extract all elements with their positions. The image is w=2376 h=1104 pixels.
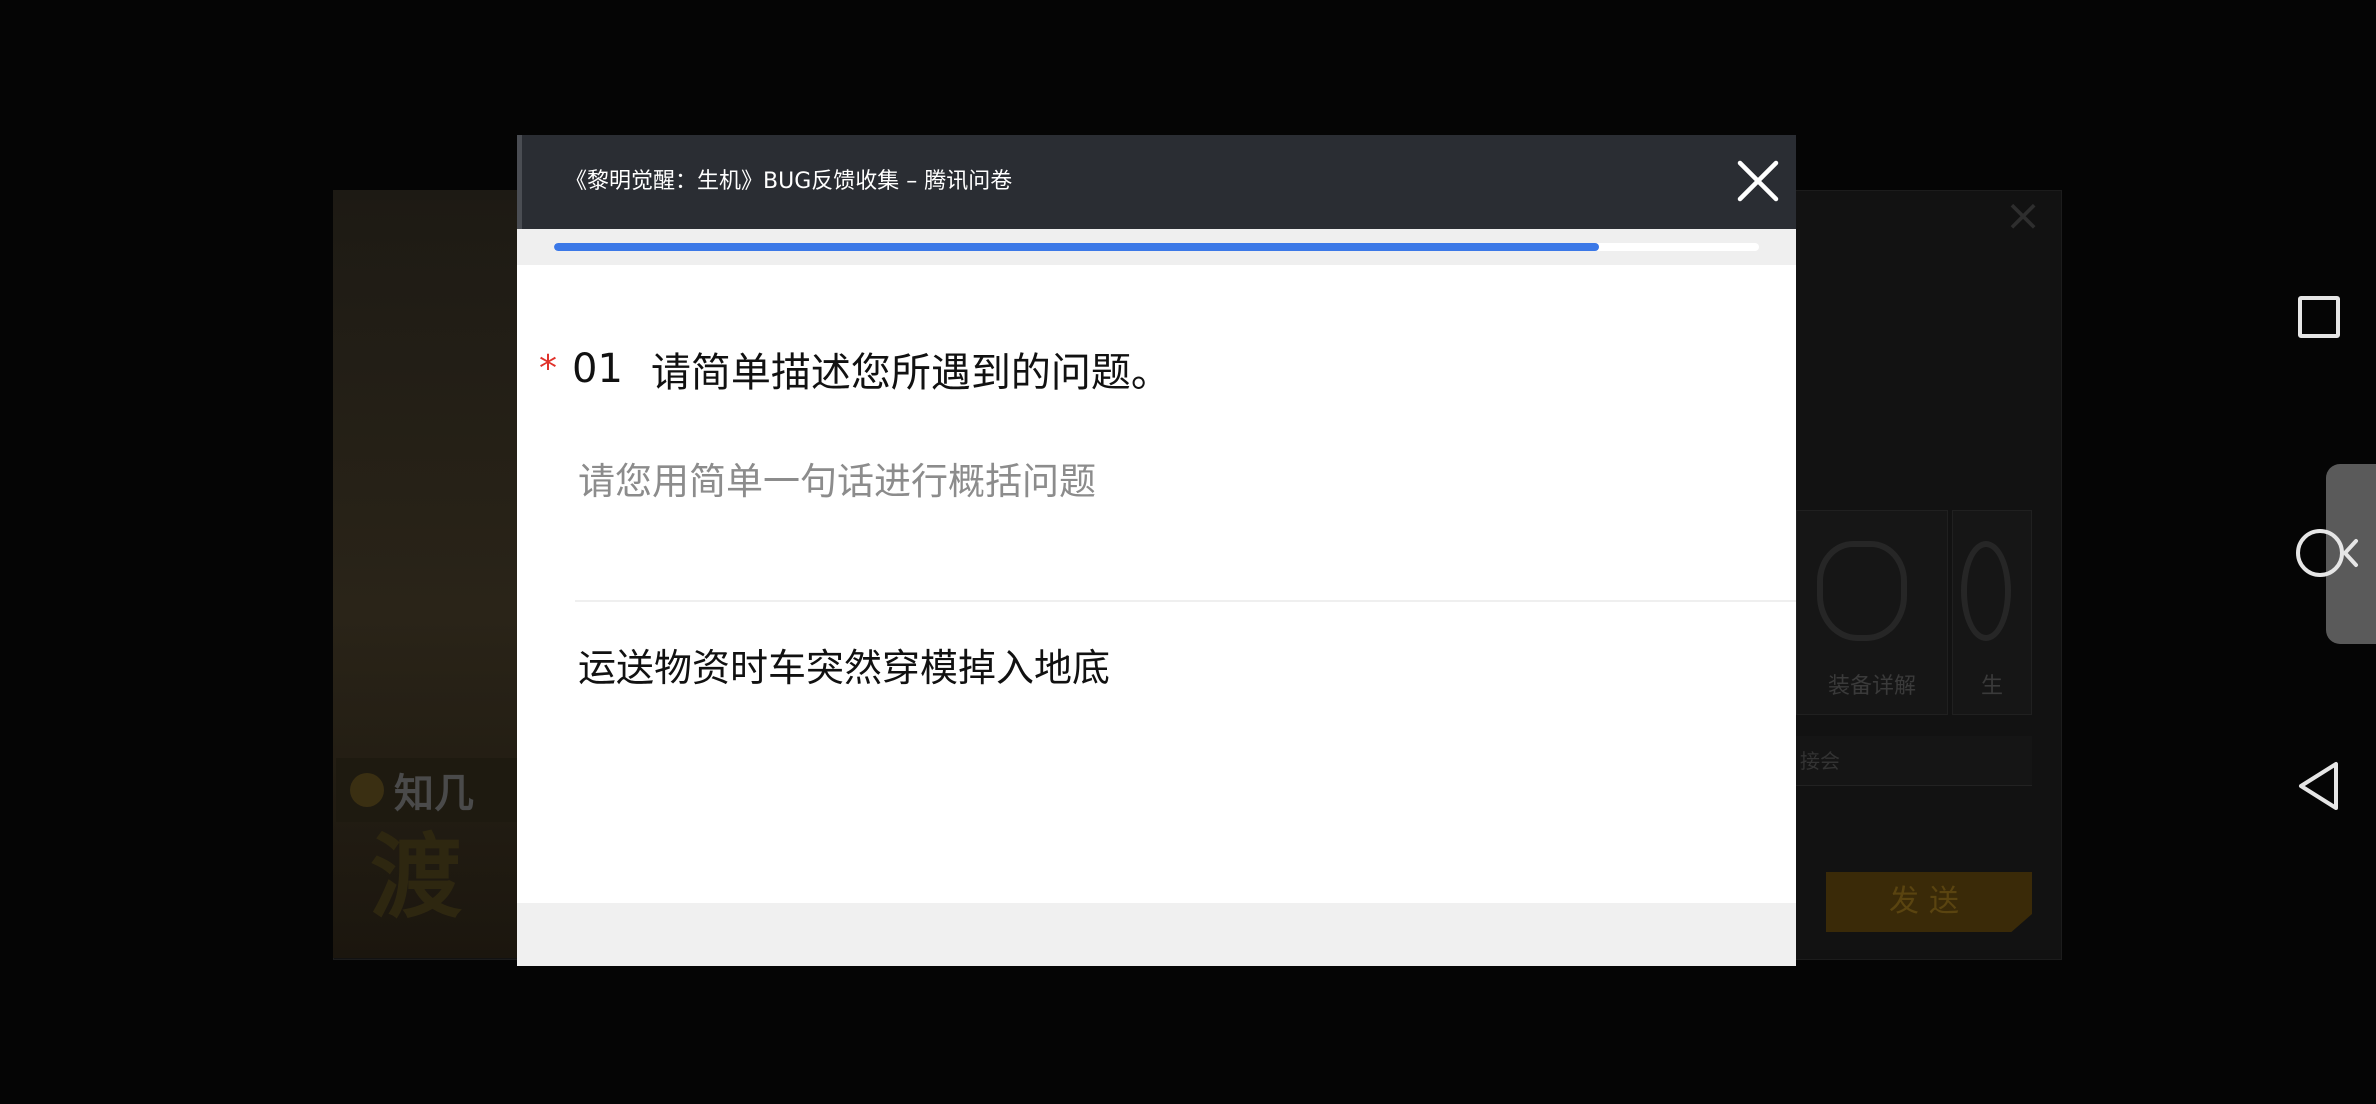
background-card-caption: 生	[1980, 674, 2003, 699]
question-heading: * 01 请简单描述您所遇到的问题。	[539, 337, 1171, 401]
background-card-second: 生	[1952, 510, 2032, 715]
question-divider	[575, 600, 1796, 602]
background-input-hint: 接会	[1796, 736, 2032, 786]
chevron-left-icon[interactable]	[2336, 535, 2366, 571]
dialog-header: 《黎明觉醒：生机》BUG反馈收集 – 腾讯问卷	[517, 135, 1796, 229]
progress-bar	[554, 243, 1759, 251]
background-close-icon: ×	[2004, 190, 2042, 241]
emblem-icon	[1817, 541, 1907, 641]
badge-icon	[350, 773, 384, 807]
background-banner: 知几	[336, 758, 536, 822]
survey-dialog: 《黎明觉醒：生机》BUG反馈收集 – 腾讯问卷 * 01 请简单描述您所遇到的问…	[517, 135, 1796, 966]
progress-area	[517, 229, 1796, 265]
emblem-icon	[1961, 541, 2011, 641]
question-number: 01	[572, 346, 623, 392]
question-description: 请您用简单一句话进行概括问题	[578, 460, 1096, 503]
close-icon[interactable]	[1735, 158, 1781, 204]
required-star: *	[539, 348, 557, 389]
back-triangle-icon[interactable]	[2296, 760, 2342, 812]
dialog-title: 《黎明觉醒：生机》BUG反馈收集 – 腾讯问卷	[565, 169, 1013, 194]
background-banner-label: 知几	[394, 771, 474, 817]
background-send-button: 发送	[1826, 872, 2032, 932]
screen: 知几 渡 × 装备详解 生 接会 发送 《黎明觉醒：生机》BUG反馈收集 – 腾…	[0, 0, 2376, 1104]
background-card-caption: 装备详解	[1827, 674, 1916, 699]
question-text: 请简单描述您所遇到的问题。	[650, 350, 1171, 396]
background-card-equipment: 装备详解	[1796, 510, 1948, 715]
dialog-footer	[517, 903, 1796, 966]
answer-textarea[interactable]: 运送物资时车突然穿模掉入地底	[575, 641, 1755, 821]
recents-square-icon[interactable]	[2298, 296, 2340, 338]
background-banner-title: 渡	[370, 826, 463, 930]
progress-fill	[554, 243, 1599, 251]
